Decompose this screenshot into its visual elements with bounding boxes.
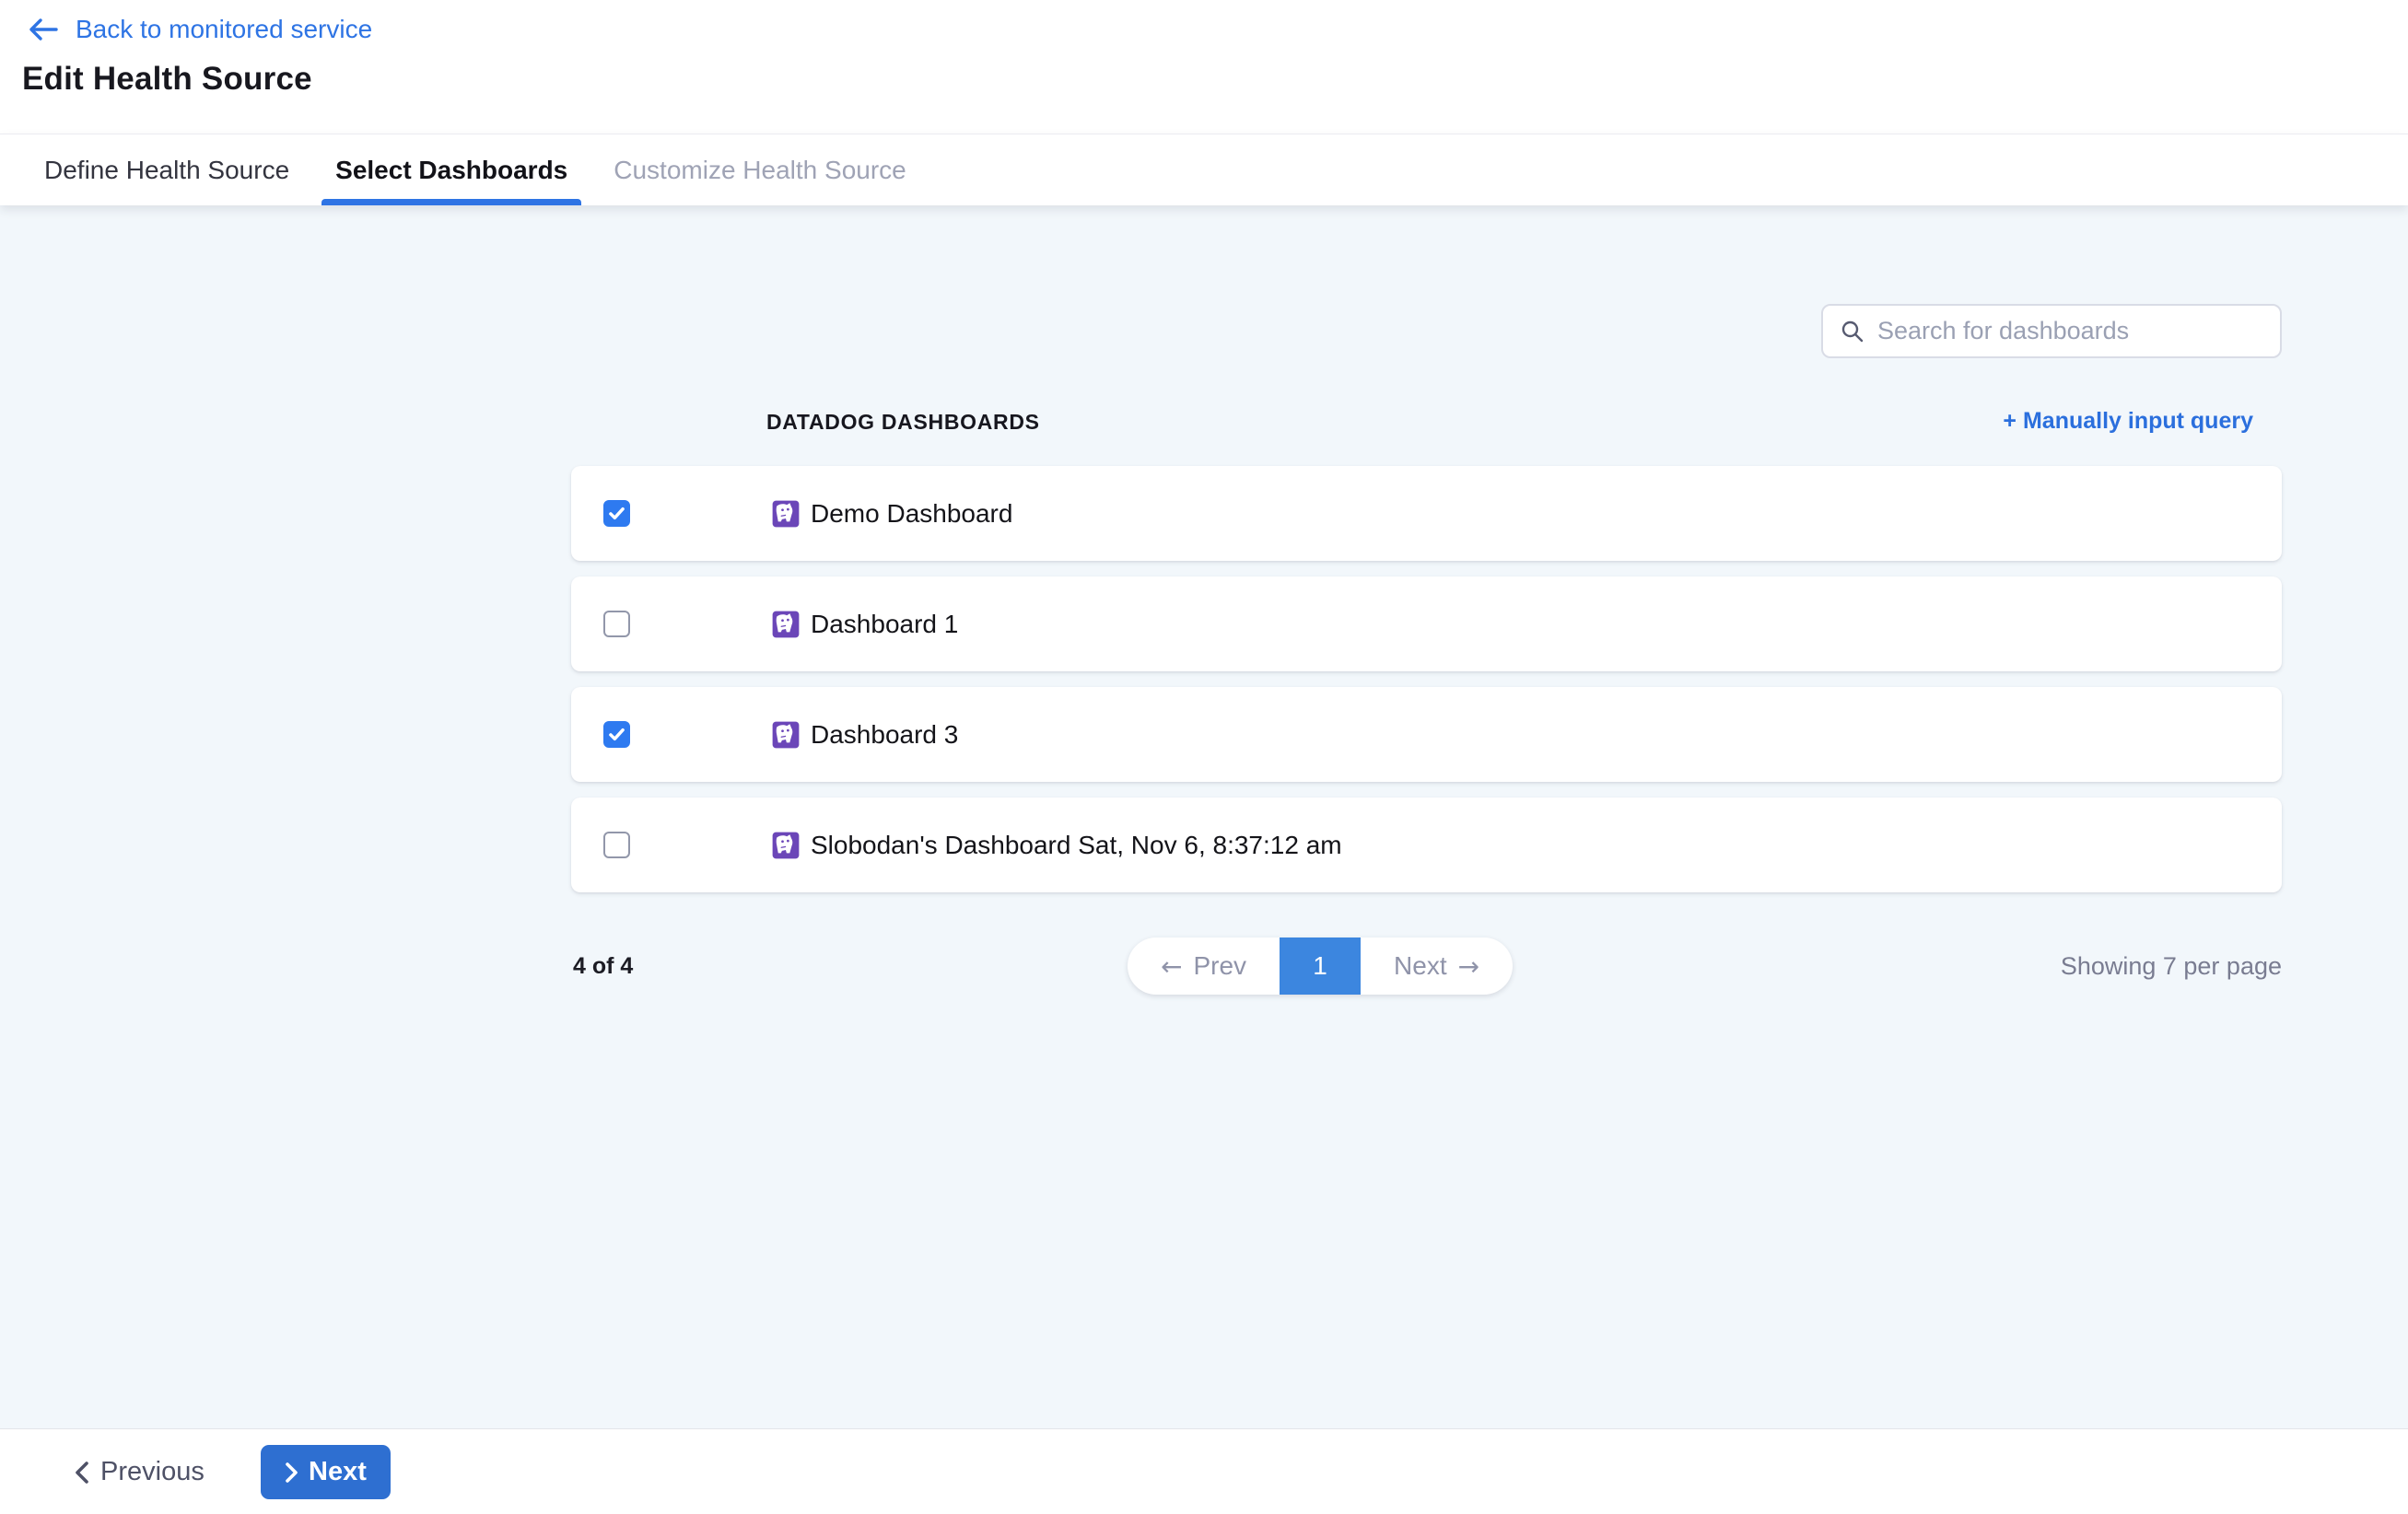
dashboard-name: Dashboard 1	[811, 610, 958, 639]
list-header-row: DATADOG DASHBOARDS + Manually input quer…	[571, 408, 2282, 441]
row-checkbox[interactable]	[603, 500, 630, 527]
row-label-group: Dashboard 3	[772, 687, 958, 782]
pager: ← Prev 1 Next →	[1128, 938, 1513, 995]
back-link[interactable]: Back to monitored service	[28, 15, 372, 44]
checkmark-icon	[607, 725, 626, 744]
row-checkbox[interactable]	[603, 832, 630, 858]
column-header-datadog-dashboards: DATADOG DASHBOARDS	[766, 410, 1040, 435]
next-step-label: Next	[309, 1457, 367, 1487]
item-count: 4 of 4	[573, 938, 633, 995]
dashboard-row[interactable]: Dashboard 3	[571, 687, 2282, 782]
arrow-left-icon	[28, 17, 59, 42]
chevron-left-icon	[74, 1461, 89, 1485]
datadog-icon	[772, 611, 800, 638]
prev-page-label: Prev	[1193, 951, 1246, 981]
next-page-label: Next	[1394, 951, 1447, 981]
dashboard-row[interactable]: Dashboard 1	[571, 576, 2282, 671]
prev-page-button[interactable]: ← Prev	[1128, 938, 1280, 995]
checkmark-icon	[607, 504, 626, 523]
row-label-group: Slobodan's Dashboard Sat, Nov 6, 8:37:12…	[772, 798, 1342, 892]
datadog-icon	[772, 500, 800, 528]
dashboard-list: Demo Dashboard Da	[571, 466, 2282, 908]
datadog-icon	[772, 832, 800, 859]
chevron-right-icon	[285, 1462, 298, 1484]
edit-health-source-page: Back to monitored service Edit Health So…	[0, 0, 2408, 1514]
tab-define-health-source[interactable]: Define Health Source	[30, 134, 303, 205]
current-page-button[interactable]: 1	[1280, 938, 1361, 995]
tab-customize-health-source: Customize Health Source	[600, 134, 919, 205]
dashboard-row[interactable]: Slobodan's Dashboard Sat, Nov 6, 8:37:12…	[571, 798, 2282, 892]
row-label-group: Demo Dashboard	[772, 466, 1012, 561]
next-page-button[interactable]: Next →	[1361, 938, 1513, 995]
wizard-tabs: Define Health Source Select Dashboards C…	[0, 134, 2408, 205]
row-label-group: Dashboard 1	[772, 576, 958, 671]
dashboard-name: Demo Dashboard	[811, 499, 1012, 529]
dashboard-name: Slobodan's Dashboard Sat, Nov 6, 8:37:12…	[811, 831, 1342, 860]
wizard-footer: Previous Next	[0, 1428, 2408, 1514]
per-page-label: Showing 7 per page	[2061, 938, 2282, 995]
row-checkbox[interactable]	[603, 721, 630, 748]
page-header: Back to monitored service Edit Health So…	[0, 0, 2408, 134]
next-step-button[interactable]: Next	[261, 1445, 391, 1499]
dashboard-select-panel: DATADOG DASHBOARDS + Manually input quer…	[0, 205, 2408, 1428]
tab-select-dashboards[interactable]: Select Dashboards	[321, 134, 581, 205]
search-icon	[1840, 319, 1864, 344]
row-checkbox[interactable]	[603, 611, 630, 637]
dashboard-search[interactable]	[1821, 304, 2282, 358]
search-input[interactable]	[1877, 317, 2263, 345]
pagination-row: 4 of 4 ← Prev 1 Next → Showing 7 per pag…	[571, 938, 2282, 995]
manually-input-query-link[interactable]: + Manually input query	[2003, 408, 2253, 435]
back-link-label[interactable]: Back to monitored service	[76, 15, 372, 44]
previous-step-label: Previous	[100, 1457, 205, 1487]
dashboard-row[interactable]: Demo Dashboard	[571, 466, 2282, 561]
page-title: Edit Health Source	[22, 61, 312, 98]
dashboard-name: Dashboard 3	[811, 720, 958, 750]
arrow-left-icon: ←	[1161, 951, 1182, 982]
arrow-right-icon: →	[1458, 951, 1479, 982]
previous-step-button[interactable]: Previous	[74, 1445, 205, 1499]
datadog-icon	[772, 721, 800, 749]
